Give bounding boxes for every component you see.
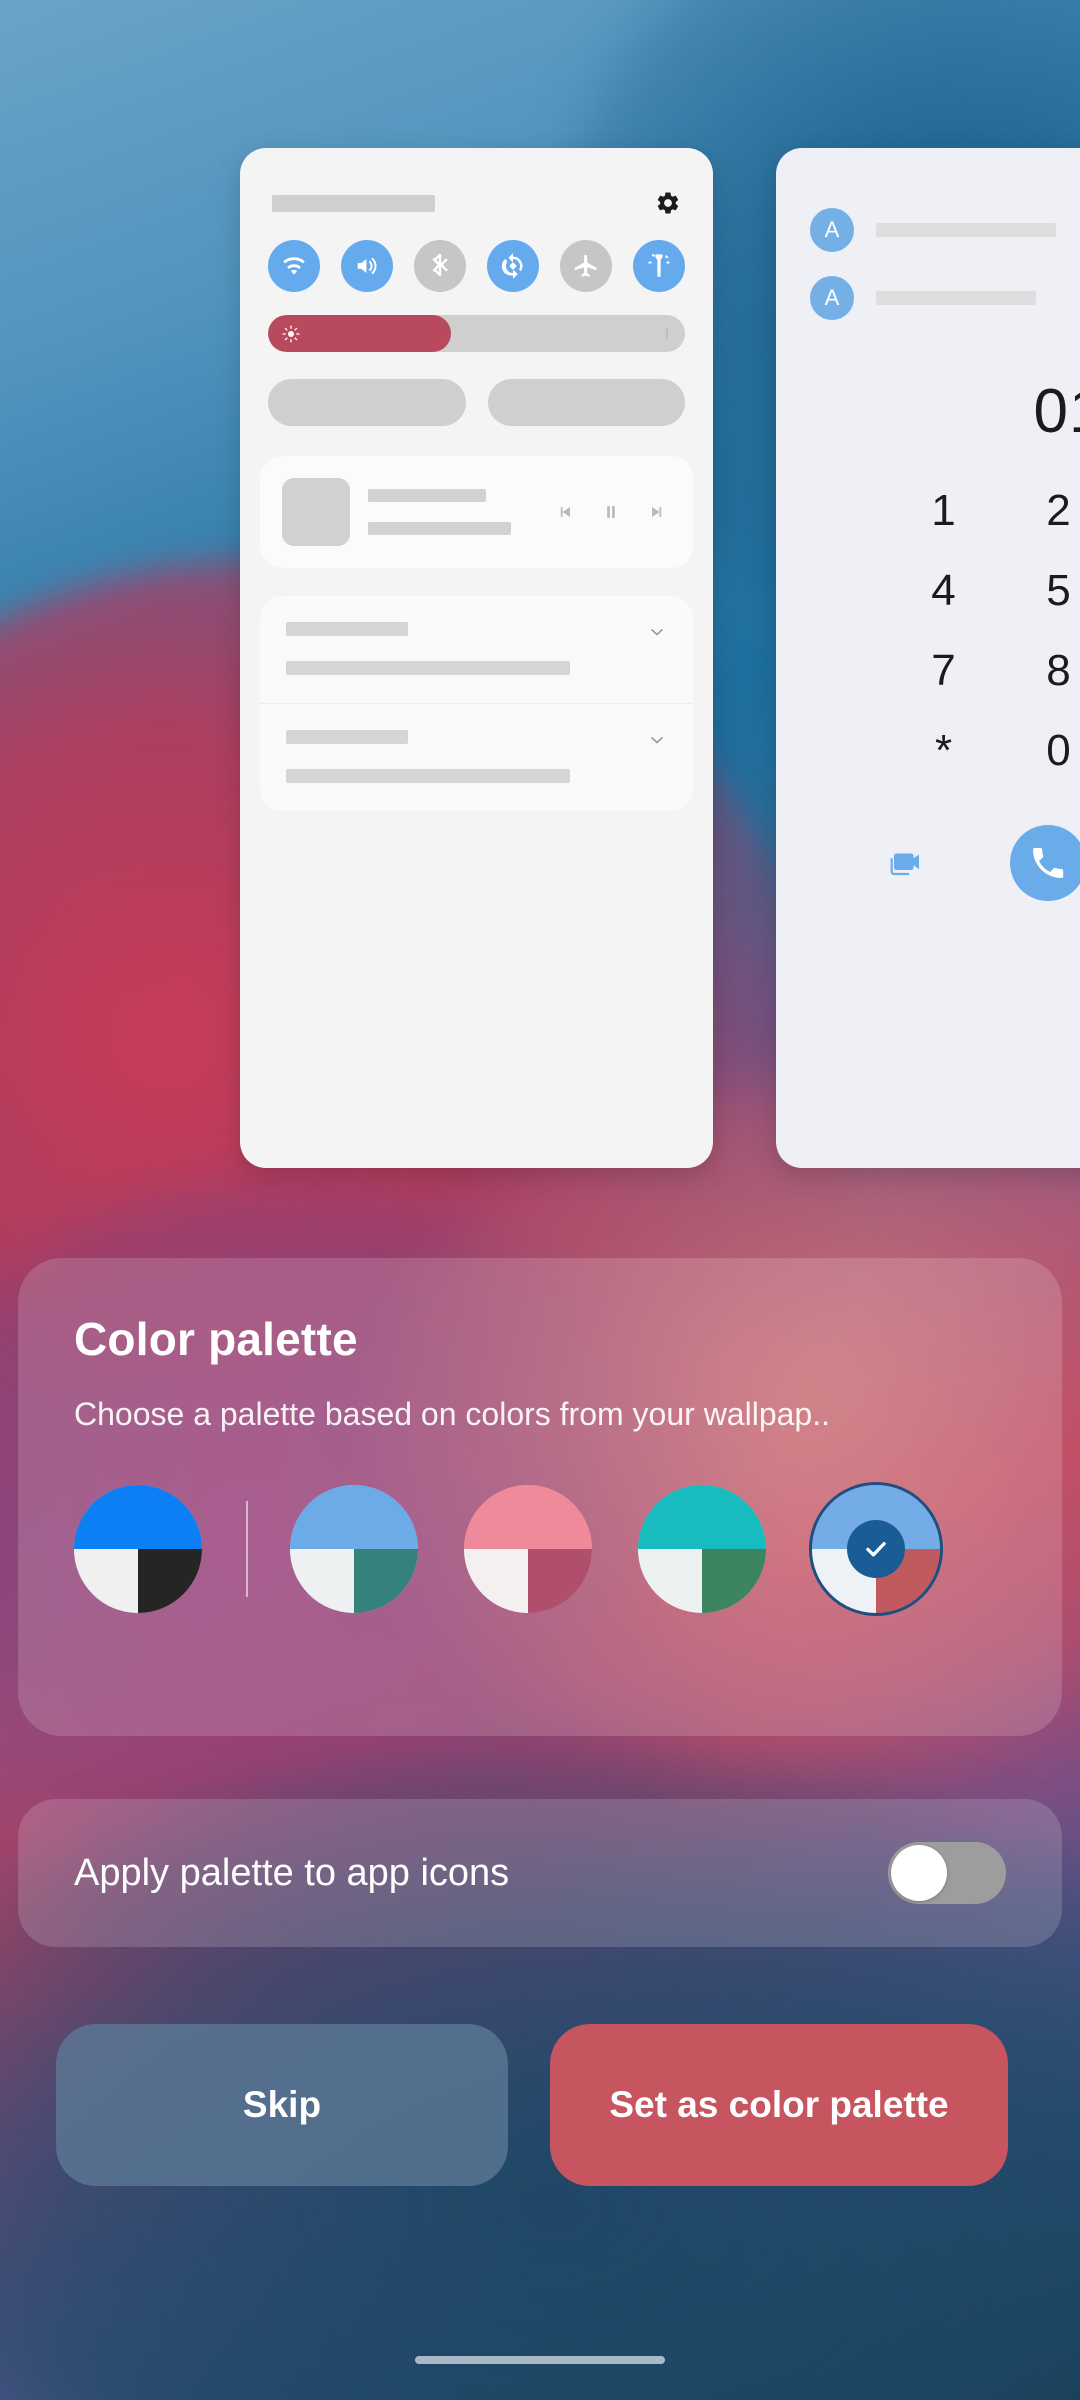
flashlight-toggle[interactable] bbox=[633, 240, 685, 292]
dialer-contact-row[interactable]: A bbox=[810, 276, 1080, 320]
swatch-bottom-left-segment bbox=[74, 1549, 138, 1613]
theme-preview-area: A A 010 1 2 4 5 7 8 * 0 bbox=[0, 0, 1080, 1180]
check-icon bbox=[866, 1542, 886, 1557]
dialer-preview-card[interactable]: A A 010 1 2 4 5 7 8 * 0 bbox=[776, 148, 1080, 1168]
palette-swatch-4[interactable] bbox=[638, 1485, 766, 1613]
swatch-top-segment bbox=[464, 1485, 592, 1549]
palette-swatch-3[interactable] bbox=[464, 1485, 592, 1613]
palette-subtitle: Choose a palette based on colors from yo… bbox=[74, 1396, 830, 1432]
dialed-number-display: 010 bbox=[1033, 377, 1080, 446]
keypad-key-2[interactable]: 2 bbox=[1001, 489, 1080, 533]
swatch-bottom-right-segment bbox=[354, 1549, 418, 1613]
set-as-color-palette-button[interactable]: Set as color palette bbox=[550, 2024, 1008, 2186]
bluetooth-toggle[interactable] bbox=[414, 240, 466, 292]
contact-name-placeholder bbox=[876, 291, 1036, 305]
chevron-down-icon[interactable] bbox=[647, 622, 667, 642]
sync-icon bbox=[501, 253, 523, 279]
media-album-art bbox=[282, 478, 350, 546]
notification-body-placeholder bbox=[286, 769, 570, 783]
wifi-icon bbox=[283, 257, 305, 275]
notification-title-placeholder bbox=[286, 622, 408, 636]
quick-settings-toggle-row bbox=[240, 216, 713, 292]
swatch-top-segment bbox=[638, 1485, 766, 1549]
flashlight-icon bbox=[648, 253, 670, 277]
swatch-bottom-left-segment bbox=[464, 1549, 528, 1613]
keypad-key-5[interactable]: 5 bbox=[1001, 569, 1080, 613]
quick-settings-pill-row bbox=[268, 379, 685, 426]
palette-swatch-row bbox=[74, 1485, 1006, 1613]
quick-settings-header bbox=[240, 148, 713, 216]
notification-body-placeholder bbox=[286, 661, 570, 675]
dialer-contact-row[interactable]: A bbox=[810, 208, 1080, 252]
dialer-keypad: 1 2 4 5 7 8 * 0 bbox=[776, 447, 1080, 773]
notification-title-placeholder bbox=[286, 730, 408, 744]
keypad-key-7[interactable]: 7 bbox=[886, 649, 1001, 693]
keypad-key-8[interactable]: 8 bbox=[1001, 649, 1080, 693]
media-artist-placeholder bbox=[368, 522, 511, 535]
video-camera-icon[interactable] bbox=[886, 843, 926, 883]
keypad-key-star[interactable]: * bbox=[886, 729, 1001, 773]
swatch-bottom-left-segment bbox=[638, 1549, 702, 1613]
swatch-bottom-right-segment bbox=[702, 1549, 766, 1613]
dialer-action-row bbox=[776, 773, 1080, 901]
bluetooth-icon bbox=[432, 253, 448, 277]
avatar: A bbox=[810, 276, 854, 320]
swatch-bottom-right-segment bbox=[528, 1549, 592, 1613]
volume-toggle[interactable] bbox=[341, 240, 393, 292]
avatar: A bbox=[810, 208, 854, 252]
volume-icon bbox=[357, 257, 377, 275]
palette-swatch-1[interactable] bbox=[74, 1485, 202, 1613]
chevron-down-icon[interactable] bbox=[647, 730, 667, 750]
brightness-slider-tick bbox=[666, 328, 668, 339]
skip-previous-icon[interactable] bbox=[555, 502, 575, 522]
wifi-toggle[interactable] bbox=[268, 240, 320, 292]
apply-palette-toggle[interactable] bbox=[888, 1842, 1006, 1904]
phone-icon bbox=[1033, 848, 1064, 879]
skip-button[interactable]: Skip bbox=[56, 2024, 508, 2186]
notification-row[interactable] bbox=[260, 596, 693, 703]
brightness-slider-fill bbox=[268, 315, 452, 352]
media-text-placeholders bbox=[368, 489, 537, 535]
palette-swatch-2[interactable] bbox=[290, 1485, 418, 1613]
quick-settings-pill-right[interactable] bbox=[487, 379, 685, 426]
keypad-key-0[interactable]: 0 bbox=[1001, 729, 1080, 773]
swatch-bottom-right-segment bbox=[138, 1549, 202, 1613]
keypad-key-4[interactable]: 4 bbox=[886, 569, 1001, 613]
call-button[interactable] bbox=[1010, 825, 1080, 901]
media-controls bbox=[555, 502, 671, 522]
phone-screen: A A 010 1 2 4 5 7 8 * 0 bbox=[0, 0, 1080, 2400]
apply-palette-label: Apply palette to app icons bbox=[74, 1851, 510, 1894]
dialer-contact-list: A A bbox=[776, 148, 1080, 320]
action-button-row: Skip Set as color palette bbox=[56, 2024, 1024, 2186]
airplane-toggle[interactable] bbox=[560, 240, 612, 292]
quick-settings-preview-card[interactable] bbox=[240, 148, 713, 1168]
palette-swatch-5[interactable] bbox=[812, 1485, 940, 1613]
quick-settings-pill-left[interactable] bbox=[268, 379, 466, 426]
apply-palette-row[interactable]: Apply palette to app icons bbox=[18, 1799, 1062, 1947]
media-player-card[interactable] bbox=[260, 456, 693, 568]
airplane-icon bbox=[574, 254, 597, 277]
notification-list bbox=[260, 596, 693, 811]
brightness-slider[interactable] bbox=[268, 315, 685, 352]
contact-name-placeholder bbox=[876, 223, 1056, 237]
skip-next-icon[interactable] bbox=[647, 502, 667, 522]
swatch-top-segment bbox=[290, 1485, 418, 1549]
quick-settings-title-placeholder bbox=[272, 194, 435, 212]
gear-icon[interactable] bbox=[655, 190, 681, 216]
toggle-knob bbox=[891, 1845, 947, 1901]
keypad-key-1[interactable]: 1 bbox=[886, 489, 1001, 533]
swatch-bottom-left-segment bbox=[290, 1549, 354, 1613]
media-title-placeholder bbox=[368, 489, 486, 502]
page-title: Color palette bbox=[74, 1313, 358, 1365]
auto-rotate-toggle[interactable] bbox=[487, 240, 539, 292]
brightness-icon bbox=[282, 324, 300, 343]
notification-row[interactable] bbox=[260, 703, 693, 811]
palette-divider bbox=[246, 1501, 248, 1597]
home-gesture-handle[interactable] bbox=[415, 2356, 665, 2364]
color-palette-card: Color palette Choose a palette based on … bbox=[18, 1258, 1062, 1736]
selected-check-badge bbox=[847, 1520, 905, 1578]
swatch-top-segment bbox=[74, 1485, 202, 1549]
pause-icon[interactable] bbox=[601, 502, 621, 522]
